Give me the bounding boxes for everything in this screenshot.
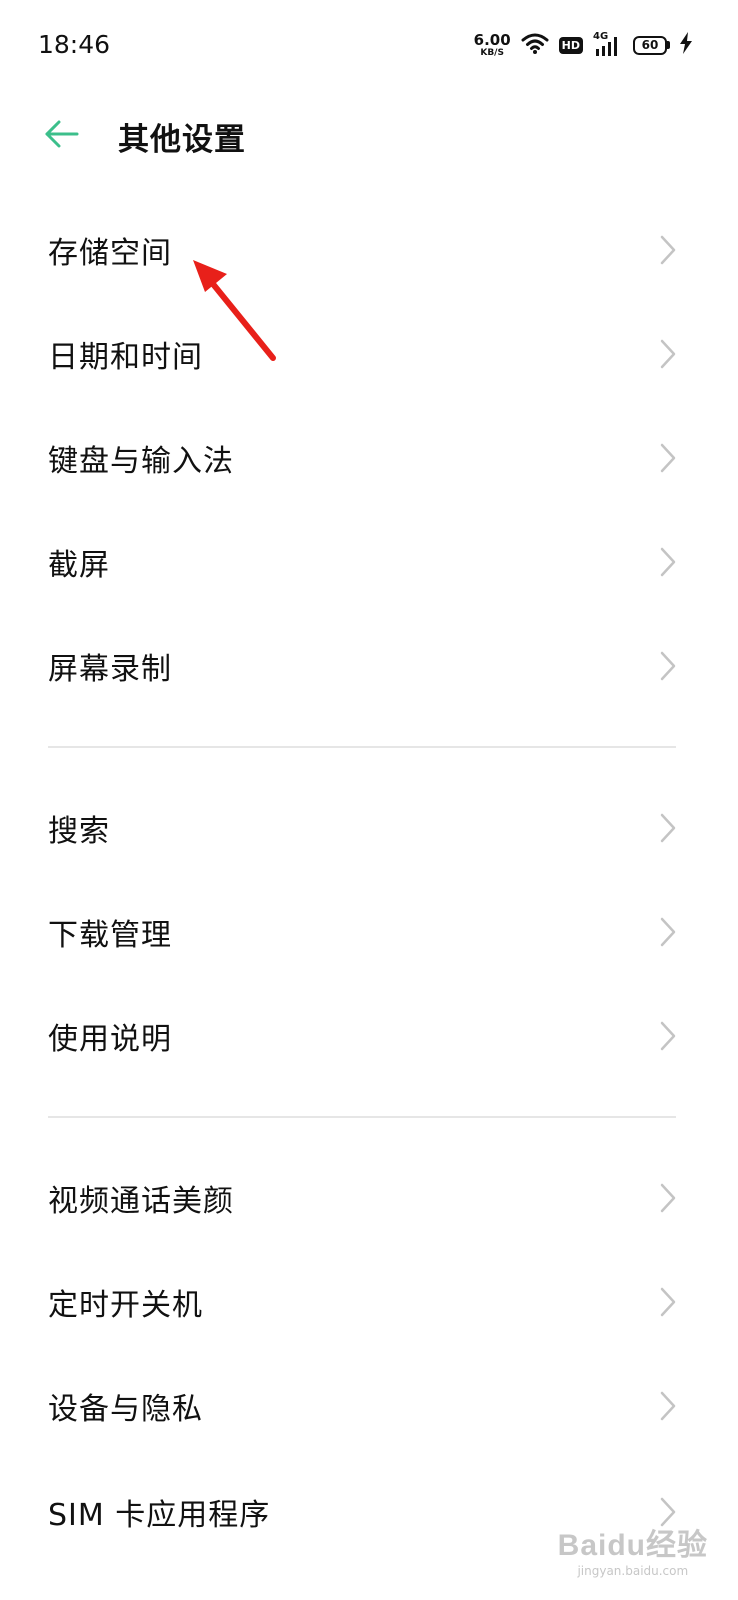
status-icons: 6.00 KB/S HD 4G 60 xyxy=(474,30,692,60)
battery-level: 60 xyxy=(633,35,667,55)
chevron-right-icon xyxy=(656,545,680,579)
page-title: 其他设置 xyxy=(118,122,246,158)
list-item-label: SIM 卡应用程序 xyxy=(48,1498,271,1533)
screen: 18:46 6.00 KB/S HD 4G 60 其他设置 存储空间 日期和时间… xyxy=(0,0,738,1600)
list-item-label: 定时开关机 xyxy=(48,1288,203,1323)
network-speed: 6.00 KB/S xyxy=(473,30,511,58)
watermark-url: jingyan.baidu.com xyxy=(577,1564,689,1578)
list-item-label: 存储空间 xyxy=(48,236,172,271)
list-item-label: 搜索 xyxy=(48,814,110,849)
chevron-right-icon xyxy=(656,915,680,949)
chevron-right-icon xyxy=(656,1181,680,1215)
watermark: Baidu经验 jingyan.baidu.com xyxy=(558,1520,708,1578)
list-item-date-time[interactable]: 日期和时间 xyxy=(0,302,738,406)
chevron-right-icon xyxy=(656,1285,680,1319)
battery-icon: 60 xyxy=(633,35,670,55)
status-time: 18:46 xyxy=(38,30,111,59)
list-item-keyboard-input[interactable]: 键盘与输入法 xyxy=(0,406,738,510)
list-item-video-call-beauty[interactable]: 视频通话美颜 xyxy=(0,1146,738,1250)
list-item-label: 屏幕录制 xyxy=(48,652,172,687)
chevron-right-icon xyxy=(656,1019,680,1053)
list-item-label: 设备与隐私 xyxy=(48,1392,203,1427)
list-item-label: 视频通话美颜 xyxy=(48,1184,234,1219)
list-item-search[interactable]: 搜索 xyxy=(0,776,738,880)
charging-bolt-icon xyxy=(680,32,692,58)
list-item-device-privacy[interactable]: 设备与隐私 xyxy=(0,1354,738,1458)
list-item-screenshot[interactable]: 截屏 xyxy=(0,510,738,614)
list-item-label: 使用说明 xyxy=(48,1022,172,1057)
list-item-label: 下载管理 xyxy=(48,918,172,953)
signal-icon: 4G xyxy=(593,31,623,57)
list-item-label: 日期和时间 xyxy=(48,340,203,375)
list-item-label: 截屏 xyxy=(48,548,110,583)
chevron-right-icon xyxy=(656,441,680,475)
status-bar: 18:46 6.00 KB/S HD 4G 60 xyxy=(0,0,738,90)
list-item-label: 键盘与输入法 xyxy=(48,444,234,479)
hd-badge: HD xyxy=(558,36,583,54)
back-button[interactable] xyxy=(40,114,84,158)
chevron-right-icon xyxy=(656,233,680,267)
chevron-right-icon xyxy=(656,649,680,683)
section-divider xyxy=(48,746,676,748)
chevron-right-icon xyxy=(656,1389,680,1423)
wifi-icon xyxy=(521,32,549,58)
watermark-logo: Baidu经验 xyxy=(557,1529,708,1562)
network-speed-unit: KB/S xyxy=(480,47,504,58)
chevron-right-icon xyxy=(656,811,680,845)
list-item-download-manager[interactable]: 下载管理 xyxy=(0,880,738,984)
battery-tip xyxy=(667,41,670,49)
header: 其他设置 xyxy=(0,100,738,170)
network-speed-value: 6.00 xyxy=(473,30,511,49)
list-item-storage[interactable]: 存储空间 xyxy=(0,198,738,302)
back-arrow-icon xyxy=(44,120,80,152)
chevron-right-icon xyxy=(656,337,680,371)
annotation-arrow-icon xyxy=(185,250,285,370)
list-item-user-guide[interactable]: 使用说明 xyxy=(0,984,738,1088)
list-item-scheduled-power[interactable]: 定时开关机 xyxy=(0,1250,738,1354)
section-divider xyxy=(48,1116,676,1118)
list-item-screen-recording[interactable]: 屏幕录制 xyxy=(0,614,738,718)
